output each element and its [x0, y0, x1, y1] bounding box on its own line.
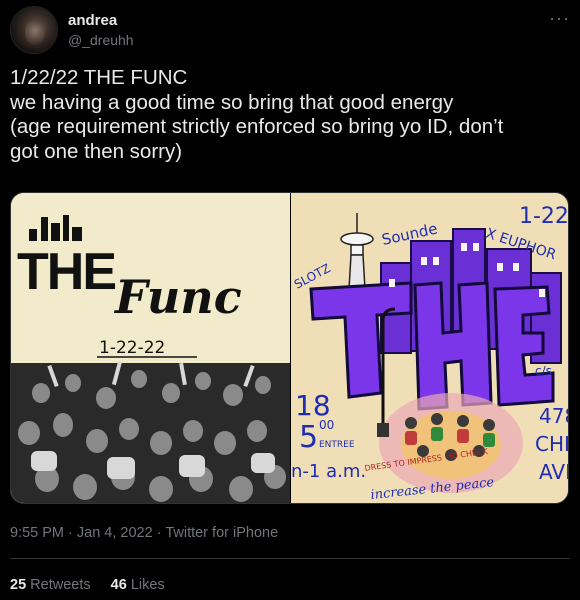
- tweet-source[interactable]: Twitter for iPhone: [165, 525, 278, 541]
- tweet-header: andrea @_dreuhh ···: [10, 6, 570, 54]
- tweet-line: we having a good time so bring that good…: [10, 90, 454, 114]
- flyer-right-address-3: AVE: [539, 460, 569, 484]
- flyer-right-price-sup: 00: [319, 418, 334, 432]
- likes-label: Likes: [130, 577, 165, 593]
- flyer-right-entree: ENTREE: [319, 440, 355, 450]
- tweet-stats: 25 Retweets 46 Likes: [10, 577, 181, 593]
- media-image-right[interactable]: 1-22- Sounde X EUPHOR SLOTZ 18 5 00 ENTR…: [291, 193, 569, 503]
- tweet-line: 1/22/22 THE FUNC: [10, 66, 188, 89]
- retweets-label: Retweets: [30, 577, 91, 593]
- media-image-left[interactable]: THE Func 1-22-22: [11, 193, 290, 503]
- likes-stat[interactable]: 46 Likes: [111, 577, 165, 593]
- flyer-left-date: 1-22-22: [99, 338, 165, 358]
- likes-count: 46: [110, 577, 127, 593]
- tweet-line: got one then sorry): [10, 139, 183, 163]
- author-block: andrea @_dreuhh: [68, 12, 134, 48]
- flyer-left-func: Func: [113, 270, 242, 324]
- retweets-count: 25: [10, 577, 27, 593]
- flyer-right-cs: c/s: [535, 364, 552, 378]
- flyer-right-address-2: CHIC: [535, 432, 569, 456]
- flyer-right: 1-22- Sounde X EUPHOR SLOTZ 18 5 00 ENTR…: [291, 193, 569, 503]
- tweet-line: (age requirement strictly enforced so br…: [10, 115, 504, 138]
- tweet-time[interactable]: 9:55 PM: [10, 525, 64, 541]
- flyer-right-price: 5: [299, 420, 318, 455]
- tweet-date[interactable]: Jan 4, 2022: [77, 525, 153, 541]
- tweet-media: THE Func 1-22-22 1-22 Sounde X EUPHOR SL…: [10, 192, 569, 504]
- author-display-name[interactable]: andrea: [68, 12, 134, 29]
- more-options-icon[interactable]: ···: [549, 8, 570, 29]
- meta-separator: ·: [64, 525, 77, 541]
- flyer-left: THE Func 1-22-22: [11, 193, 290, 503]
- author-handle[interactable]: @_dreuhh: [68, 32, 134, 48]
- tweet-meta: 9:55 PM · Jan 4, 2022 · Twitter for iPho…: [10, 525, 278, 541]
- tweet-text: 1/22/22 THE FUNC we having a good time s…: [10, 66, 572, 164]
- flyer-left-the: THE: [17, 243, 115, 301]
- flyer-right-hours: n-1 a.m.: [291, 461, 366, 482]
- avatar-face: [25, 19, 45, 45]
- meta-separator: ·: [152, 525, 166, 541]
- avatar[interactable]: [10, 6, 58, 54]
- divider: [10, 558, 570, 559]
- flyer-right-date: 1-22-: [519, 204, 569, 229]
- flyer-right-address-1: 478: [539, 404, 569, 428]
- retweets-stat[interactable]: 25 Retweets: [10, 577, 91, 593]
